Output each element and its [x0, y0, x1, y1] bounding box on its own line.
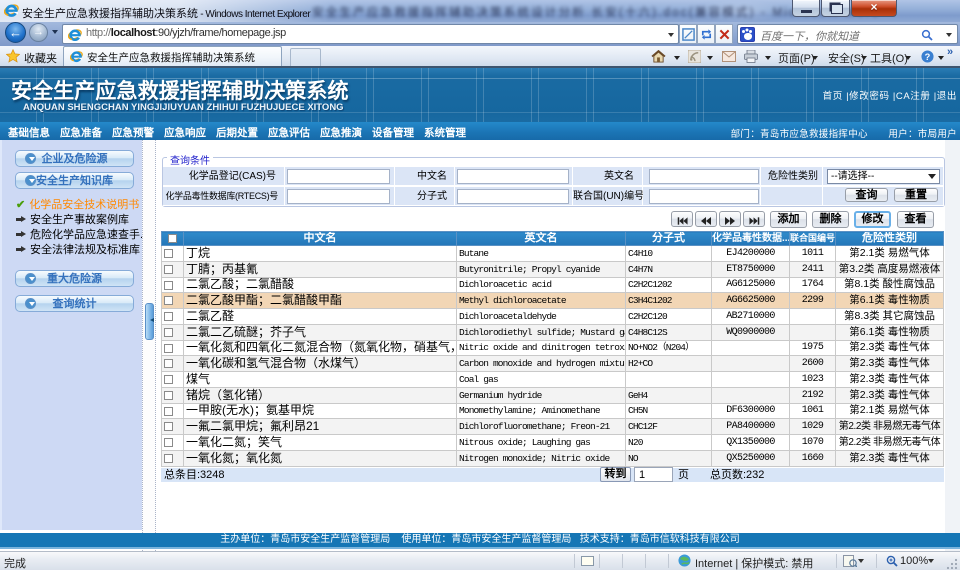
- svg-text:?: ?: [925, 52, 931, 62]
